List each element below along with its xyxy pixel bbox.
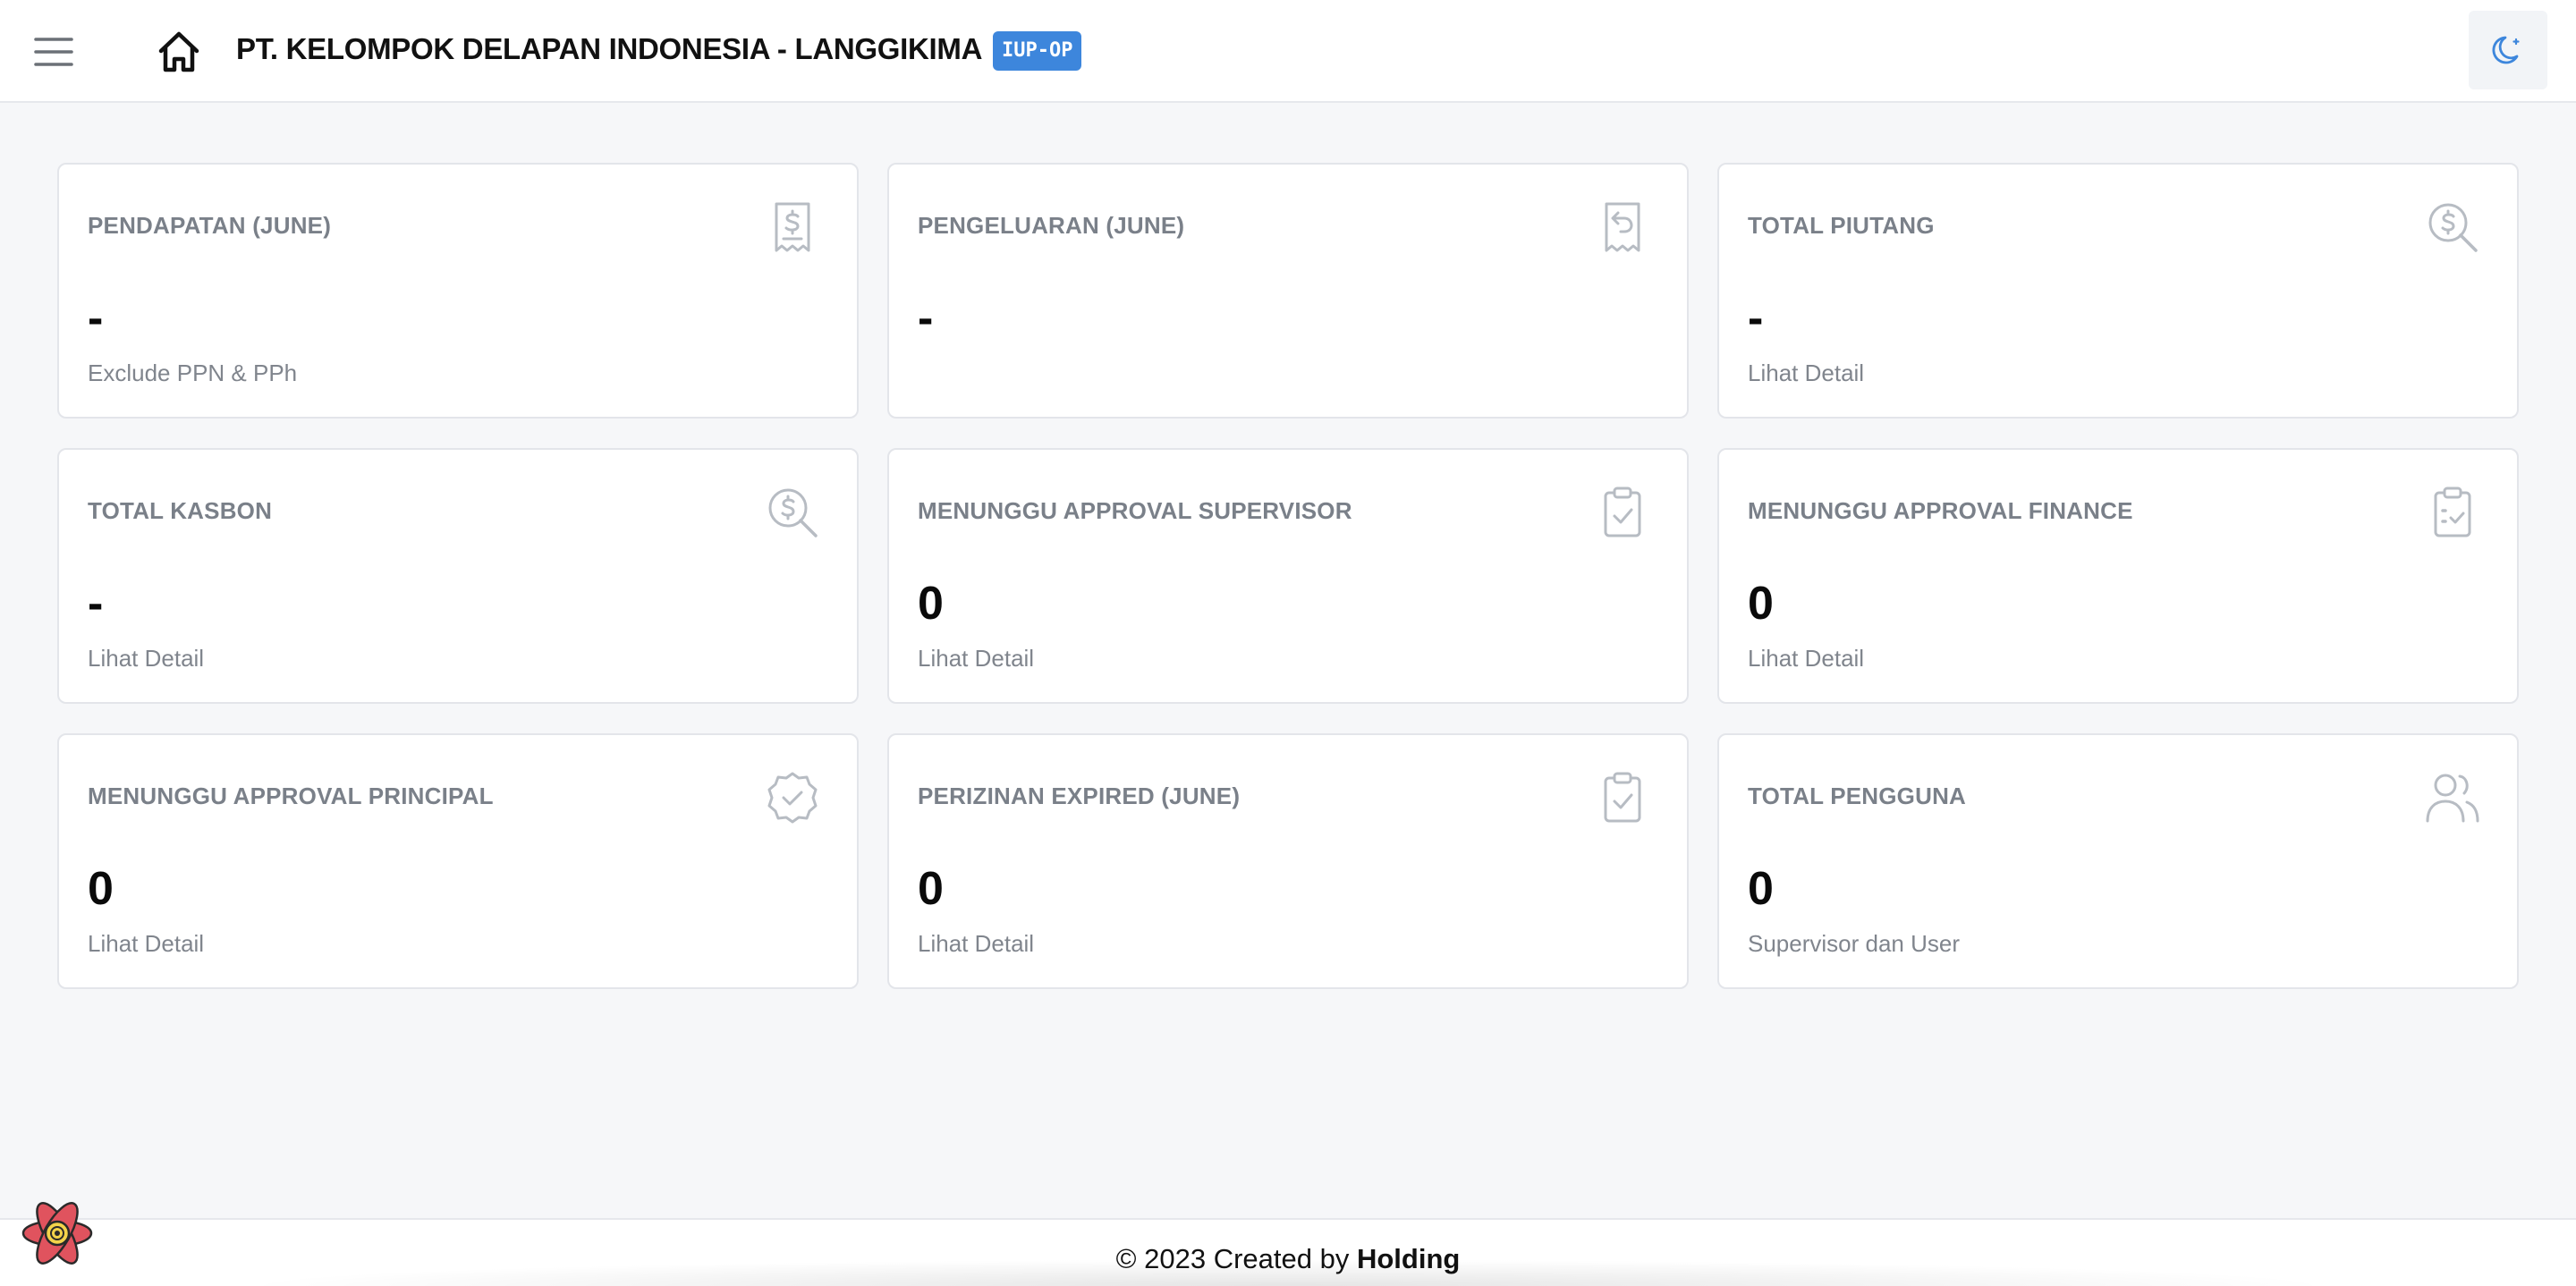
company-name: PT. KELOMPOK DELAPAN INDONESIA - LANGGIK… — [236, 32, 983, 65]
license-badge: IUP-OP — [993, 31, 1082, 71]
card-value: 0 — [918, 863, 944, 915]
card-subtitle lihat-detail-link[interactable]: Lihat Detail — [1748, 360, 1864, 387]
lihat-detail-link[interactable]: Lihat Detail — [1748, 645, 1864, 673]
copyright-prefix: © 2023 Created by — [1115, 1243, 1350, 1274]
card-title: MENUNGGU APPROVAL PRINCIPAL — [88, 783, 494, 809]
theme-toggle-button[interactable] — [2469, 11, 2547, 89]
react-devtools-icon[interactable] — [20, 1196, 95, 1271]
card-title: MENUNGGU APPROVAL SUPERVISOR — [918, 497, 1352, 524]
search-dollar-icon — [768, 488, 818, 537]
card-value: 0 — [918, 578, 944, 630]
card-title: TOTAL PENGGUNA — [1748, 783, 1967, 809]
card-perizinan-expired[interactable]: PERIZINAN EXPIRED (JUNE) 0 Lihat Detail — [887, 733, 1689, 989]
card-value: 0 — [1748, 578, 1774, 630]
card-total-piutang[interactable]: TOTAL PIUTANG - Lihat Detail — [1717, 163, 2519, 419]
copyright-text: © 2023 Created by Holding — [0, 1243, 2576, 1275]
card-approval-supervisor[interactable]: MENUNGGU APPROVAL SUPERVISOR 0 Lihat Det… — [887, 448, 1689, 704]
card-value: - — [918, 292, 934, 344]
lihat-detail-link[interactable]: Lihat Detail — [88, 930, 204, 958]
card-pengeluaran[interactable]: PENGELUARAN (JUNE) - — [887, 163, 1689, 419]
hamburger-menu-icon[interactable] — [32, 30, 75, 73]
card-pendapatan[interactable]: PENDAPATAN (JUNE) - Exclude PPN & PPh — [57, 163, 859, 419]
card-title: PENGELUARAN (JUNE) — [918, 212, 1185, 239]
copyright-brand: Holding — [1356, 1243, 1461, 1274]
clipboard-list-check-icon — [2434, 486, 2471, 537]
lihat-detail-link[interactable]: Lihat Detail — [88, 645, 204, 673]
badge-check-icon — [767, 772, 818, 824]
users-icon — [2426, 774, 2479, 823]
card-title: TOTAL PIUTANG — [1748, 212, 1935, 239]
home-icon[interactable] — [154, 27, 204, 77]
card-title: MENUNGGU APPROVAL FINANCE — [1748, 497, 2133, 524]
receipt-refund-icon — [1605, 202, 1640, 252]
search-dollar-icon — [2428, 203, 2478, 252]
dashboard-cards: PENDAPATAN (JUNE) - Exclude PPN & PPh PE… — [57, 163, 2519, 989]
card-approval-principal[interactable]: MENUNGGU APPROVAL PRINCIPAL 0 Lihat Deta… — [57, 733, 859, 989]
card-value: 0 — [88, 863, 114, 915]
lihat-detail-link[interactable]: Lihat Detail — [918, 930, 1034, 958]
card-value: - — [88, 578, 104, 630]
card-total-pengguna[interactable]: TOTAL PENGGUNA 0 Supervisor dan User — [1717, 733, 2519, 989]
page-footer: © 2023 Created by Holding — [0, 1218, 2576, 1286]
card-value: 0 — [1748, 863, 1774, 915]
card-value: - — [1748, 292, 1764, 344]
receipt-dollar-icon — [775, 202, 810, 252]
lihat-detail-link[interactable]: Lihat Detail — [918, 645, 1034, 673]
card-title: PENDAPATAN (JUNE) — [88, 212, 332, 239]
card-value: - — [88, 292, 104, 344]
moon-icon — [2492, 36, 2520, 64]
card-total-kasbon[interactable]: TOTAL KASBON - Lihat Detail — [57, 448, 859, 704]
card-subtitle: Exclude PPN & PPh — [88, 360, 298, 386]
top-navbar: PT. KELOMPOK DELAPAN INDONESIA - LANGGIK… — [0, 0, 2576, 103]
clipboard-check-icon — [1604, 486, 1641, 537]
card-subtitle: Supervisor dan User — [1748, 930, 1960, 957]
card-title: TOTAL KASBON — [88, 497, 273, 524]
clipboard-check-icon — [1604, 772, 1641, 823]
card-title: PERIZINAN EXPIRED (JUNE) — [918, 783, 1241, 809]
card-approval-finance[interactable]: MENUNGGU APPROVAL FINANCE 0 Lihat Detail — [1717, 448, 2519, 704]
